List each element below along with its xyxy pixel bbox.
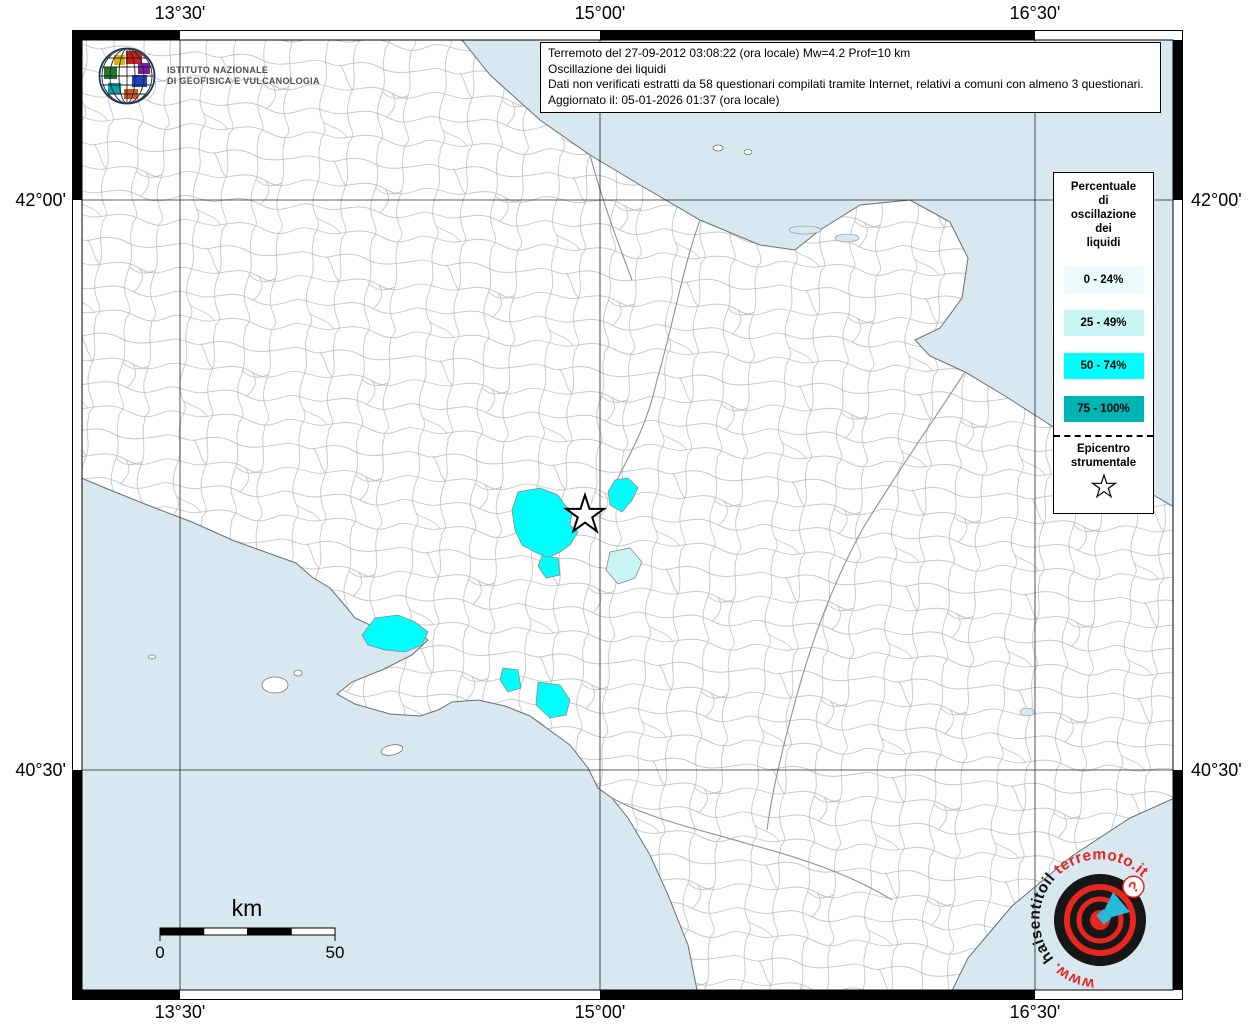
scale-bar-end: 50: [326, 943, 345, 962]
legend-class-0-24: 0 - 24%: [1064, 267, 1144, 293]
island-small-west: [149, 655, 156, 659]
legend-epicenter-label: Epicentro strumentale: [1054, 442, 1153, 470]
axis-label-bottom-15-00: 15°00': [575, 1002, 626, 1023]
scale-bar-start: 0: [155, 943, 164, 962]
legend-class-75-100: 75 - 100%: [1064, 396, 1144, 422]
ingv-org-name: ISTITUTO NAZIONALE DI GEOFISICA E VULCAN…: [167, 65, 320, 87]
epicenter-star-icon: [1090, 474, 1118, 500]
legend-class-25-49: 25 - 49%: [1064, 310, 1144, 336]
axis-label-left-42-00: 42°00': [0, 190, 66, 211]
updated-timestamp: Aggiornato il: 05-01-2026 01:37 (ora loc…: [548, 93, 1153, 109]
axis-label-top-13-30: 13°30': [155, 3, 206, 24]
macroseismic-map-page: 13°30' 15°00' 16°30' 13°30' 15°00' 16°30…: [0, 0, 1255, 1024]
axis-label-bottom-13-30: 13°30': [155, 1002, 206, 1023]
axis-label-bottom-16-30: 16°30': [1010, 1002, 1061, 1023]
island-procida: [294, 670, 302, 676]
legend-class-50-74: 50 - 74%: [1064, 353, 1144, 379]
ingv-globe-icon: [96, 45, 158, 107]
axis-label-right-42-00: 42°00': [1191, 190, 1242, 211]
data-disclaimer: Dati non verificati estratti da 58 quest…: [548, 77, 1153, 93]
axis-label-top-15-00: 15°00': [575, 3, 626, 24]
ingv-logo: ISTITUTO NAZIONALE DI GEOFISICA E VULCAN…: [96, 45, 320, 107]
axis-label-right-40-30: 40°30': [1191, 760, 1242, 781]
map-legend: Percentuale di oscillazione dei liquidi …: [1053, 172, 1154, 514]
island-tremiti-1: [713, 145, 723, 151]
scale-bar-unit: km: [232, 895, 263, 921]
map-subject: Oscillazione dei liquidi: [548, 62, 1153, 78]
island-tremiti-2: [744, 150, 752, 155]
map-canvas: km 0 50: [72, 30, 1183, 1000]
event-title: Terremoto del 27-09-2012 03:08:22 (ora l…: [548, 46, 1153, 62]
island-ischia: [262, 677, 288, 693]
axis-label-top-16-30: 16°30': [1010, 3, 1061, 24]
event-info-box: Terremoto del 27-09-2012 03:08:22 (ora l…: [540, 42, 1161, 113]
legend-divider: [1054, 435, 1153, 437]
map-frame: km 0 50: [72, 30, 1183, 1000]
legend-title: Percentuale di oscillazione dei liquidi: [1054, 180, 1153, 250]
axis-label-left-40-30: 40°30': [0, 760, 66, 781]
